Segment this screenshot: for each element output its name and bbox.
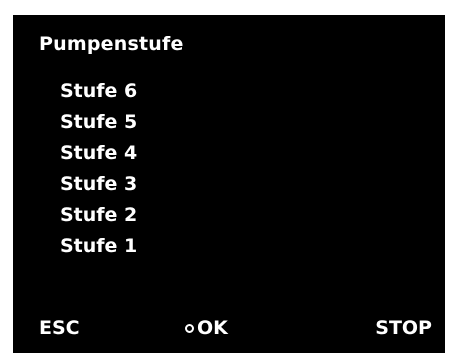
pump-level-menu: Stufe 6 Stufe 5 Stufe 4 Stufe 3 Stufe 2 … xyxy=(60,76,137,262)
device-screen: Pumpenstufe Stufe 6 Stufe 5 Stufe 4 Stuf… xyxy=(13,15,445,353)
menu-item-stufe-1[interactable]: Stufe 1 xyxy=(60,231,137,262)
ok-softkey[interactable]: OK xyxy=(185,316,228,340)
screen-title: Pumpenstufe xyxy=(39,33,184,55)
menu-item-stufe-2[interactable]: Stufe 2 xyxy=(60,200,137,231)
menu-item-stufe-3[interactable]: Stufe 3 xyxy=(60,169,137,200)
menu-item-stufe-6[interactable]: Stufe 6 xyxy=(60,76,137,107)
esc-softkey-label: ESC xyxy=(39,317,80,339)
ring-icon xyxy=(185,323,194,333)
esc-softkey[interactable]: ESC xyxy=(39,316,80,340)
menu-item-stufe-5[interactable]: Stufe 5 xyxy=(60,107,137,138)
stop-softkey[interactable]: STOP xyxy=(375,316,432,340)
ok-softkey-label: OK xyxy=(197,317,228,339)
menu-item-stufe-4[interactable]: Stufe 4 xyxy=(60,138,137,169)
stop-softkey-label: STOP xyxy=(375,317,432,339)
